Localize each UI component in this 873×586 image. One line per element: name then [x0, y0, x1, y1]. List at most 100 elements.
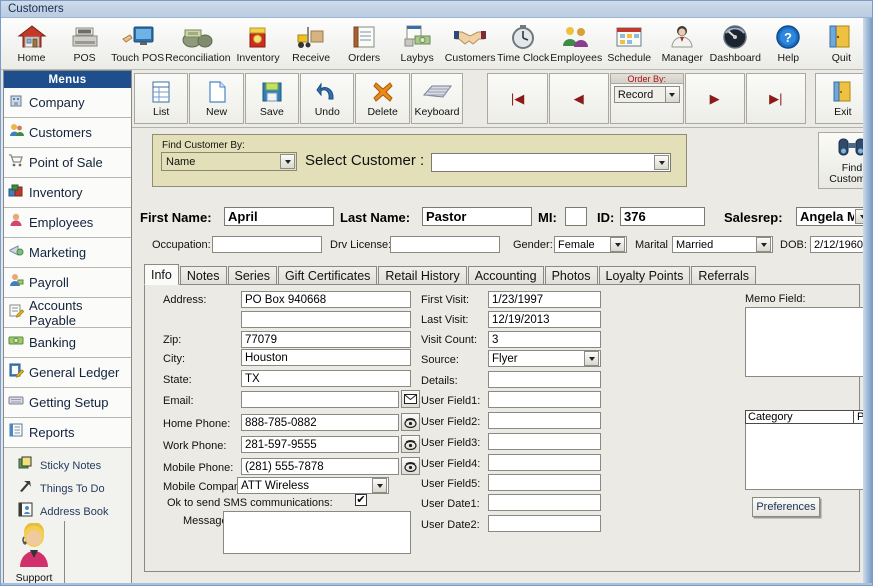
previous-record-button[interactable]: ◀ — [548, 73, 609, 124]
sidebar-item-reports[interactable]: Reports — [4, 418, 131, 448]
keyboard-button[interactable]: Keyboard — [410, 73, 464, 124]
user-date1-input[interactable] — [488, 494, 601, 511]
tab-accounting[interactable]: Accounting — [467, 266, 544, 284]
chevron-down-icon[interactable] — [280, 154, 295, 169]
chevron-down-icon[interactable] — [654, 155, 669, 170]
first-name-field[interactable]: April — [224, 207, 334, 226]
chevron-down-icon[interactable] — [584, 351, 599, 366]
toolbar-item-help[interactable]: ? Help — [762, 19, 815, 69]
message-textarea[interactable] — [223, 511, 411, 554]
tab-info[interactable]: Info — [144, 264, 179, 285]
next-record-button[interactable]: ▶ — [684, 73, 745, 124]
id-field[interactable]: 376 — [620, 207, 705, 226]
toolbar-item-laybys[interactable]: Laybys — [391, 19, 444, 69]
toolbar-item-pos[interactable]: POS — [58, 19, 111, 69]
occupation-field[interactable] — [212, 236, 322, 253]
sidebar-item-banking[interactable]: Banking — [4, 328, 131, 358]
order-by-selector[interactable]: Order By: Record — [609, 73, 684, 124]
source-select[interactable]: Flyer — [488, 350, 601, 367]
toolbar-item-dashboard[interactable]: Dashboard — [709, 19, 762, 69]
user-field2-input[interactable] — [488, 412, 601, 429]
find-customer-by-select[interactable]: Name — [161, 152, 297, 171]
mobile-phone-field[interactable]: (281) 555-7878 — [241, 458, 399, 475]
sidebar-item-getting-setup[interactable]: Getting Setup — [4, 388, 131, 418]
sidebar-subitem-sticky-notes[interactable]: Sticky Notes — [4, 454, 131, 477]
first-record-button[interactable]: |◀ — [487, 73, 548, 124]
toolbar-item-quit[interactable]: Quit — [815, 19, 868, 69]
drv-license-field[interactable] — [390, 236, 500, 253]
toolbar-item-customers[interactable]: Customers — [444, 19, 497, 69]
toolbar-item-receive[interactable]: Receive — [285, 19, 338, 69]
tab-loyalty-points[interactable]: Loyalty Points — [598, 266, 691, 284]
sidebar-item-employees[interactable]: Employees — [4, 208, 131, 238]
last-name-field[interactable]: Pastor — [422, 207, 532, 226]
address-field[interactable]: PO Box 940668 — [241, 291, 411, 308]
preferences-grid-body[interactable] — [745, 424, 872, 490]
sidebar-item-company[interactable]: Company — [4, 88, 131, 118]
user-date2-input[interactable] — [488, 515, 601, 532]
chevron-down-icon[interactable] — [610, 237, 625, 252]
tab-gift-certificates[interactable]: Gift Certificates — [277, 266, 378, 284]
list-button[interactable]: List — [134, 73, 189, 124]
tab-notes[interactable]: Notes — [179, 266, 227, 284]
sidebar-item-marketing[interactable]: Marketing — [4, 238, 131, 268]
telephone-icon[interactable] — [401, 413, 420, 431]
delete-button[interactable]: Delete — [355, 73, 410, 124]
mi-field[interactable] — [565, 207, 587, 226]
envelope-icon[interactable] — [401, 390, 420, 408]
sidebar-subitem-address-book[interactable]: Address Book — [4, 500, 131, 523]
sidebar-item-customers[interactable]: Customers — [4, 118, 131, 148]
chevron-down-icon[interactable] — [756, 237, 771, 252]
support-button[interactable]: Support — [4, 521, 64, 584]
toolbar-item-orders[interactable]: Orders — [338, 19, 391, 69]
salesrep-field[interactable]: Angela Meyer — [796, 207, 872, 226]
chevron-down-icon[interactable] — [664, 87, 679, 102]
tab-series[interactable]: Series — [227, 266, 277, 284]
memo-textarea[interactable] — [745, 307, 872, 377]
work-phone-field[interactable]: 281-597-9555 — [241, 436, 399, 453]
preferences-button[interactable]: Preferences — [752, 497, 820, 517]
marital-select[interactable]: Married — [672, 236, 773, 253]
state-field[interactable]: TX — [241, 370, 411, 387]
save-button[interactable]: Save — [244, 73, 300, 124]
new-button[interactable]: New — [189, 73, 244, 124]
email-field[interactable] — [241, 391, 399, 408]
user-field1-input[interactable] — [488, 391, 601, 408]
sidebar-item-general-ledger[interactable]: General Ledger — [4, 358, 131, 388]
gender-select[interactable]: Female — [554, 236, 627, 253]
user-field3-input[interactable] — [488, 433, 601, 450]
tab-referrals[interactable]: Referrals — [691, 266, 757, 284]
home-phone-field[interactable]: 888-785-0882 — [241, 414, 399, 431]
zip-field[interactable]: 77079 — [241, 331, 411, 348]
first-visit-field[interactable]: 1/23/1997 — [488, 291, 601, 308]
sms-consent-checkbox[interactable]: ✔ — [355, 494, 367, 506]
last-record-button[interactable]: ▶| — [745, 73, 806, 124]
sidebar-item-point-of-sale[interactable]: Point of Sale — [4, 148, 131, 178]
select-customer-combo[interactable] — [431, 153, 671, 172]
user-field5-input[interactable] — [488, 474, 601, 491]
city-field[interactable]: Houston — [241, 349, 411, 366]
visit-count-field[interactable]: 3 — [488, 331, 601, 348]
undo-button[interactable]: Undo — [300, 73, 355, 124]
telephone-icon[interactable] — [401, 435, 420, 453]
toolbar-item-reconciliation[interactable]: Reconciliation — [164, 19, 231, 69]
chevron-down-icon[interactable] — [372, 478, 387, 493]
sidebar-subitem-things-to-do[interactable]: Things To Do — [4, 477, 131, 500]
toolbar-item-touch-pos[interactable]: Touch POS — [111, 19, 164, 69]
tab-retail-history[interactable]: Retail History — [378, 266, 467, 284]
address2-field[interactable] — [241, 311, 411, 328]
toolbar-item-manager[interactable]: Manager — [656, 19, 709, 69]
tab-photos[interactable]: Photos — [544, 266, 598, 284]
toolbar-item-inventory[interactable]: Inventory — [232, 19, 285, 69]
mobile-company-select[interactable]: ATT Wireless — [237, 477, 389, 494]
toolbar-item-employees[interactable]: Employees — [550, 19, 603, 69]
sidebar-item-payroll[interactable]: Payroll — [4, 268, 131, 298]
last-visit-field[interactable]: 12/19/2013 — [488, 311, 601, 328]
user-field4-input[interactable] — [488, 454, 601, 471]
toolbar-item-home[interactable]: Home — [5, 19, 58, 69]
details-field[interactable] — [488, 371, 601, 388]
toolbar-item-schedule[interactable]: Schedule — [603, 19, 656, 69]
toolbar-item-time-clock[interactable]: Time Clock — [497, 19, 550, 69]
sidebar-item-accounts-payable[interactable]: Accounts Payable — [4, 298, 131, 328]
sidebar-item-inventory[interactable]: Inventory — [4, 178, 131, 208]
